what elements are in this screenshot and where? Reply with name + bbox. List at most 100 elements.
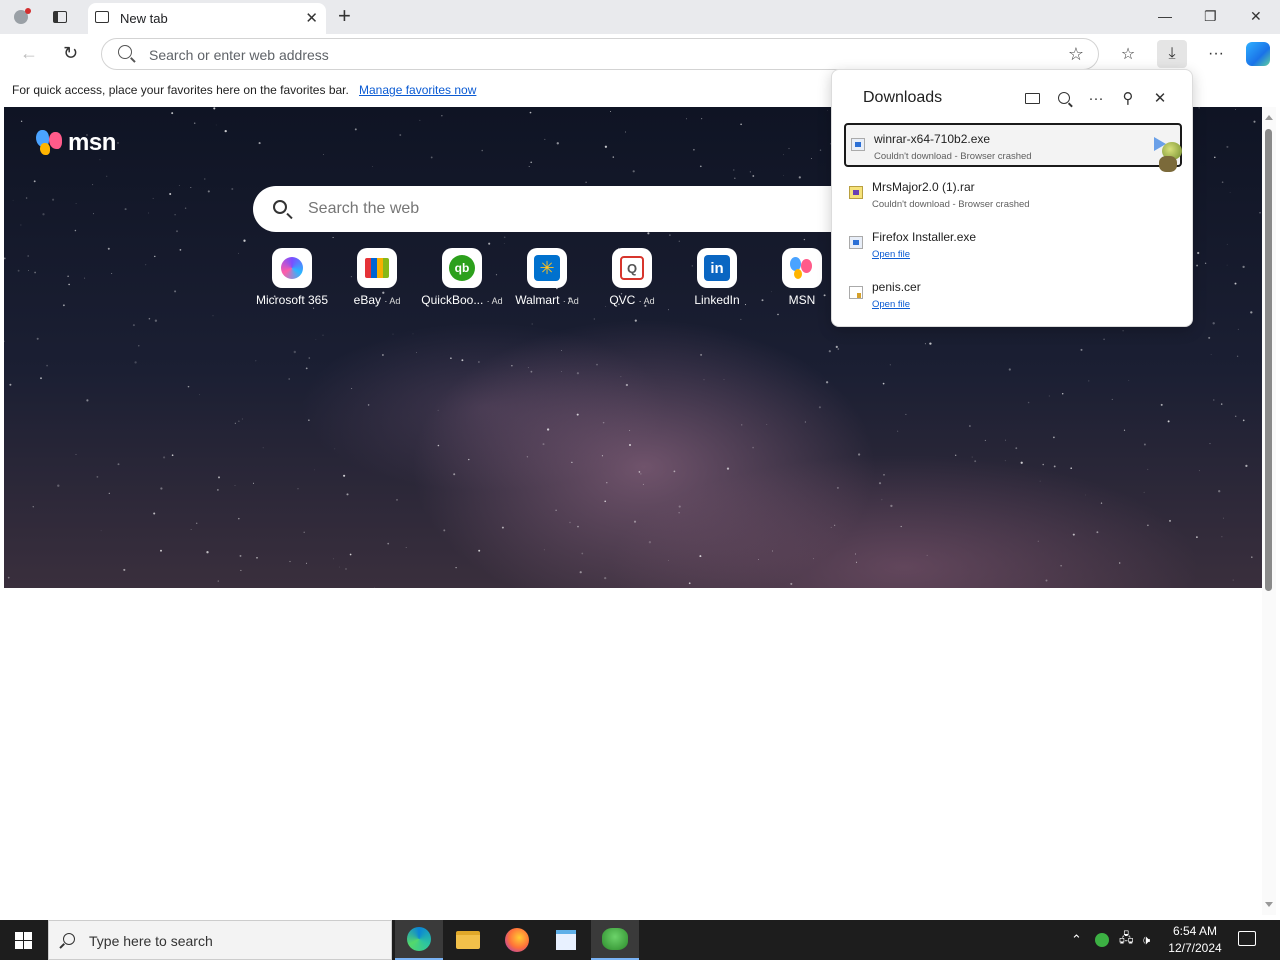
downloads-more-button[interactable]: ··· <box>1085 87 1107 109</box>
exe-file-icon <box>849 236 863 249</box>
file-explorer-icon <box>456 931 480 949</box>
tile-microsoft-365[interactable]: Microsoft 365 <box>250 248 334 307</box>
new-tab-icon <box>95 11 109 23</box>
ad-tag: · Ad <box>486 296 503 306</box>
open-downloads-folder-button[interactable] <box>1021 87 1043 109</box>
linkedin-icon: in <box>704 255 730 281</box>
downloads-title: Downloads <box>863 89 943 106</box>
taskbar: Type here to search ⌃ 🖧 🕩 6:54 AM 12/7/2… <box>0 920 1280 960</box>
copilot-icon[interactable] <box>1246 42 1270 66</box>
volume-icon[interactable]: 🕩 <box>1142 920 1150 960</box>
favorite-star-icon[interactable]: ☆ <box>1068 44 1084 65</box>
ad-tag: · Ad <box>638 296 655 306</box>
bonzi-buddy-icon <box>602 928 628 950</box>
back-button[interactable]: ← <box>20 43 38 64</box>
tab-bar: New tab ✕ + — ❐ ✕ <box>0 0 1280 34</box>
download-filename: winrar-x64-710b2.exe <box>874 132 991 146</box>
download-filename: Firefox Installer.exe <box>872 230 977 244</box>
ad-tag: · Ad <box>562 296 579 306</box>
taskbar-file-explorer[interactable] <box>444 920 492 960</box>
edge-icon <box>407 927 431 951</box>
download-status: Couldn't download - Browser crashed <box>872 199 1030 210</box>
minimize-button[interactable]: — <box>1158 8 1172 24</box>
close-downloads-icon[interactable]: ✕ <box>1149 87 1171 109</box>
tile-walmart[interactable]: ✳ Walmart · Ad <box>505 248 589 307</box>
clock-time: 6:54 AM <box>1172 924 1218 938</box>
web-search-box[interactable]: Search the web <box>253 186 873 232</box>
search-icon <box>118 45 132 59</box>
vertical-scrollbar[interactable] <box>1262 107 1276 915</box>
search-downloads-button[interactable] <box>1053 87 1075 109</box>
search-icon <box>1058 92 1070 104</box>
taskbar-notepad[interactable] <box>542 920 590 960</box>
download-item[interactable]: Firefox Installer.exe Open file <box>844 223 1182 267</box>
rar-file-icon <box>849 186 863 199</box>
tile-ebay[interactable]: eBay · Ad <box>335 248 419 307</box>
download-item[interactable]: MrsMajor2.0 (1).rar Couldn't download - … <box>844 173 1182 217</box>
bonzi-buddy-cursor-icon <box>1158 140 1184 174</box>
manage-favorites-link[interactable]: Manage favorites now <box>359 83 476 97</box>
close-tab-icon[interactable]: ✕ <box>305 9 318 27</box>
download-status: Couldn't download - Browser crashed <box>874 151 1032 162</box>
tile-linkedin[interactable]: in LinkedIn <box>675 248 759 307</box>
bonzi-tray-icon[interactable] <box>1095 920 1109 960</box>
taskbar-firefox[interactable] <box>493 920 541 960</box>
downloads-panel: Downloads ··· ⚲ ✕ winrar-x64-710b2.exe C… <box>831 69 1193 327</box>
open-file-link[interactable]: Open file <box>872 249 910 260</box>
address-bar[interactable]: Search or enter web address ☆ <box>101 38 1099 70</box>
taskbar-search-box[interactable]: Type here to search <box>48 920 392 960</box>
tab-new-tab[interactable]: New tab ✕ <box>88 3 326 34</box>
notifications-icon[interactable] <box>1238 931 1256 946</box>
certificate-file-icon <box>849 286 863 299</box>
msn-logo[interactable]: msn <box>36 129 116 157</box>
taskbar-edge[interactable] <box>395 920 443 960</box>
favorites-message: For quick access, place your favorites h… <box>12 83 349 97</box>
tile-label: eBay <box>353 293 381 307</box>
tile-quickbooks[interactable]: qb QuickBoo... · Ad <box>420 248 504 307</box>
taskbar-search-placeholder: Type here to search <box>89 933 213 949</box>
profile-icon[interactable] <box>8 5 34 29</box>
search-icon <box>273 200 287 214</box>
favorites-button[interactable]: ☆ <box>1113 40 1143 68</box>
network-icon[interactable]: 🖧 <box>1119 920 1134 960</box>
msn-icon <box>790 257 814 279</box>
windows-start-icon[interactable] <box>15 932 32 949</box>
clock-date: 12/7/2024 <box>1168 941 1222 955</box>
scrollbar-thumb[interactable] <box>1265 129 1272 591</box>
new-tab-button[interactable]: + <box>338 3 351 29</box>
download-filename: MrsMajor2.0 (1).rar <box>872 180 975 194</box>
tile-qvc[interactable]: Q QVC · Ad <box>590 248 674 307</box>
folder-icon <box>1024 92 1040 104</box>
notepad-icon <box>556 930 576 950</box>
search-icon <box>63 933 75 945</box>
msn-logo-text: msn <box>68 129 116 156</box>
pin-icon[interactable]: ⚲ <box>1117 87 1139 109</box>
more-menu-button[interactable]: ··· <box>1201 40 1231 68</box>
taskbar-clock[interactable]: 6:54 AM 12/7/2024 <box>1162 923 1228 957</box>
scroll-down-icon[interactable] <box>1265 902 1273 907</box>
tab-title: New tab <box>120 11 168 26</box>
taskbar-bonzi[interactable] <box>591 920 639 960</box>
refresh-button[interactable]: ↻ <box>63 43 78 64</box>
web-search-placeholder: Search the web <box>308 200 420 217</box>
firefox-icon <box>505 928 529 952</box>
tile-label: QuickBoo... <box>421 293 484 307</box>
download-filename: penis.cer <box>872 280 921 294</box>
open-file-link[interactable]: Open file <box>872 299 910 310</box>
exe-file-icon <box>851 138 865 151</box>
scroll-up-icon[interactable] <box>1265 115 1273 120</box>
restore-button[interactable]: ❐ <box>1204 8 1217 25</box>
qvc-icon: Q <box>620 256 644 280</box>
download-item[interactable]: penis.cer Open file <box>844 273 1182 317</box>
tile-label: Walmart <box>515 293 560 307</box>
toolbar: ← ↻ Search or enter web address ☆ ☆ ⤓ ··… <box>0 34 1280 74</box>
walmart-icon: ✳ <box>534 255 560 281</box>
downloads-button[interactable]: ⤓ <box>1157 40 1187 68</box>
close-window-button[interactable]: ✕ <box>1250 8 1262 25</box>
show-hidden-icons[interactable]: ⌃ <box>1071 920 1082 960</box>
microsoft365-icon <box>281 257 303 279</box>
tab-actions-icon[interactable] <box>47 5 73 29</box>
download-item[interactable]: winrar-x64-710b2.exe Couldn't download -… <box>844 123 1182 167</box>
tile-label: Microsoft 365 <box>255 293 329 307</box>
ebay-icon <box>365 258 389 278</box>
